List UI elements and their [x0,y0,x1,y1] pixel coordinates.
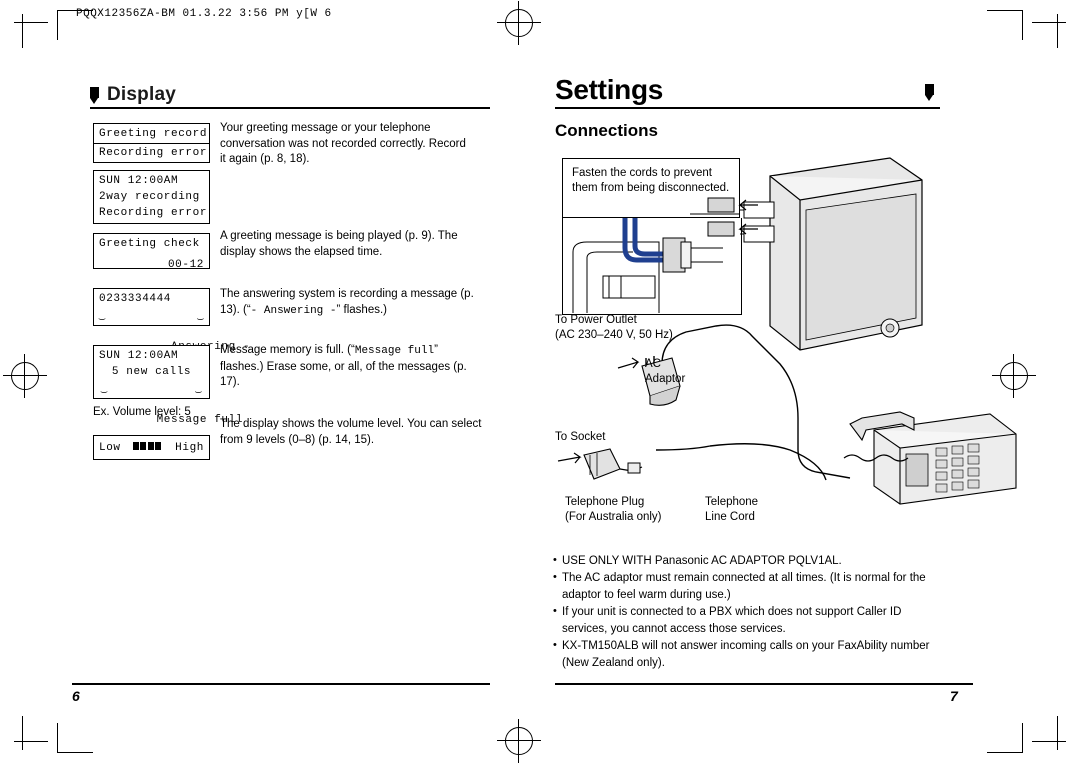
ac-text: AC [645,358,661,370]
label-telephone-line-cord: Telephone Line Cord [705,495,758,525]
lcd-line: Greeting check [99,238,200,250]
notes-list: USE ONLY WITH Panasonic AC ADAPTOR PQLV1… [553,552,963,672]
desc-part: The answering system is recording a mess… [220,288,458,300]
left-page: Display Greeting record Recording error … [0,0,540,763]
entry-description: A greeting message is being played (p. 9… [220,230,458,258]
flash-tick-right: ‿ [195,384,202,395]
note-item-cont: services, you cannot access those servic… [562,623,786,635]
desc-part: Message memory is full. (“ [220,344,355,356]
right-page-number: 7 [950,688,958,704]
lcd-line: Greeting record [99,128,208,140]
note-item: USE ONLY WITH Panasonic AC ADAPTOR PQLV1… [553,552,963,569]
label-telephone-plug: Telephone Plug (For Australia only) [565,495,662,525]
section-arrow-icon [90,87,101,104]
settings-arrow-tab [925,84,942,101]
entry-description: Your greeting message or your telephone … [220,122,466,165]
note-item-cont: (New Zealand only). [562,657,665,669]
lcd-message-full: SUN 12:00AM 5 new calls ‿ Message full ‿ [93,345,242,426]
document-page: PQQX12356ZA-BM 01.3.22 3:56 PM y[W 6 Dis… [0,0,1080,763]
adaptor-text: Adaptor [645,373,686,385]
power-outlet-text: To Power Outlet [555,314,637,326]
label-power-outlet: To Power Outlet (AC 230–240 V, 50 Hz) [555,313,673,343]
lcd-line: SUN 12:00AM [99,175,179,187]
entry-description: Message memory is full. (“Message full” … [220,343,476,391]
desc-part: ” flashes.) [336,303,388,316]
note-line: The AC adaptor must remain connected at … [562,572,926,584]
telephone-plug-illustration [556,445,686,490]
lcd-line: SUN 12:00AM [99,350,179,362]
lcd-line: 5 new calls [111,366,192,378]
left-page-number: 6 [72,688,80,704]
display-section-heading: Display [90,84,176,106]
lcd-line: 0233334444 [99,293,172,305]
entry-description: The display shows the volume level. You … [220,418,482,446]
display-heading-rule [90,107,490,109]
volume-high-label: High [175,442,204,454]
note-line: If your unit is connected to a PBX which… [562,606,902,618]
display-title: Display [107,84,176,105]
right-page: Settings Connections Fasten the cords to… [540,0,1080,763]
telephone-text: Telephone [705,496,759,508]
lcd-2way-recording-error: SUN 12:00AM 2way recording Recording err… [93,170,210,224]
volume-bars [132,440,163,456]
note-item-cont: adaptor to feel warm during use.) [562,589,731,601]
lcd-line: 2way recording [99,191,200,203]
lcd-greeting-check: Greeting check 00-12 [93,233,210,271]
lcd-line: 00-12 [167,259,204,271]
lcd-line: Recording error [99,207,208,219]
desc-mono: Message full [354,345,435,357]
settings-heading-rule [555,107,940,109]
label-to-socket: To Socket [555,431,606,443]
flash-tick-left: ‿ [99,311,106,322]
volume-low-label: Low [99,442,121,454]
note-item: If your unit is connected to a PBX which… [553,603,963,620]
note-line: USE ONLY WITH Panasonic AC ADAPTOR PQLV1… [562,555,842,567]
lcd-greeting-record: Greeting record Recording error [93,123,210,163]
label-ac-adaptor: AC Adaptor [645,357,685,387]
telephone-illustration [840,400,1030,510]
lcd-line: Recording error [99,147,208,159]
entry-description: The answering system is recording a mess… [220,287,482,319]
lcd-answering: 0233334444 ‿ - Answering - ‿ [93,288,250,353]
line-cord-text: Line Cord [705,511,755,523]
power-outlet-spec: (AC 230–240 V, 50 Hz) [555,329,673,341]
note-item: The AC adaptor must remain connected at … [553,569,963,586]
note-line: KX-TM150ALB will not answer incoming cal… [562,640,930,652]
desc-mono: - Answering - [250,304,337,317]
lcd-divider [94,143,209,144]
note-item: KX-TM150ALB will not answer incoming cal… [553,637,963,654]
section-arrow-icon [925,84,936,101]
telephone-plug-note: (For Australia only) [565,511,662,523]
flash-tick-right: ‿ [197,311,204,322]
left-footer-rule [72,683,490,685]
flash-tick-left: ‿ [101,384,108,395]
telephone-plug-text: Telephone Plug [565,496,645,508]
lcd-volume-level: Low High [93,435,210,460]
right-footer-rule [555,683,973,685]
connections-title: Connections [555,121,658,140]
settings-title: Settings [555,74,664,105]
lcd-volume-row: Low High [99,440,204,456]
